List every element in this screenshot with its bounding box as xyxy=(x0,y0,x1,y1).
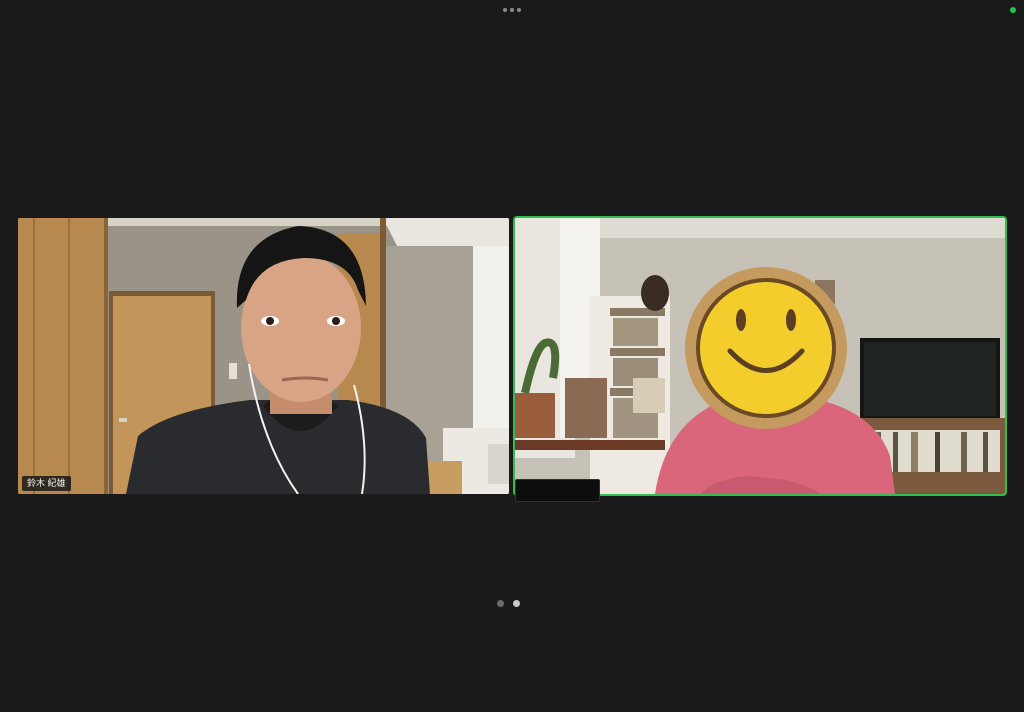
video-tile-participant-1[interactable]: 鈴木 紀雄 xyxy=(18,218,509,494)
participant-name-label xyxy=(515,479,600,502)
connection-status-icon xyxy=(1010,7,1016,13)
video-feed-participant-2 xyxy=(515,218,1005,494)
ellipsis-dot xyxy=(517,8,521,12)
page-dot-2[interactable] xyxy=(513,600,520,607)
participant-name-label: 鈴木 紀雄 xyxy=(22,476,71,491)
ellipsis-dot xyxy=(503,8,507,12)
gallery-pagination xyxy=(497,600,520,607)
video-feed-participant-1 xyxy=(18,218,509,494)
page-dot-1[interactable] xyxy=(497,600,504,607)
ellipsis-dot xyxy=(510,8,514,12)
more-options-button[interactable] xyxy=(500,5,524,15)
video-tile-participant-2[interactable] xyxy=(515,218,1005,494)
